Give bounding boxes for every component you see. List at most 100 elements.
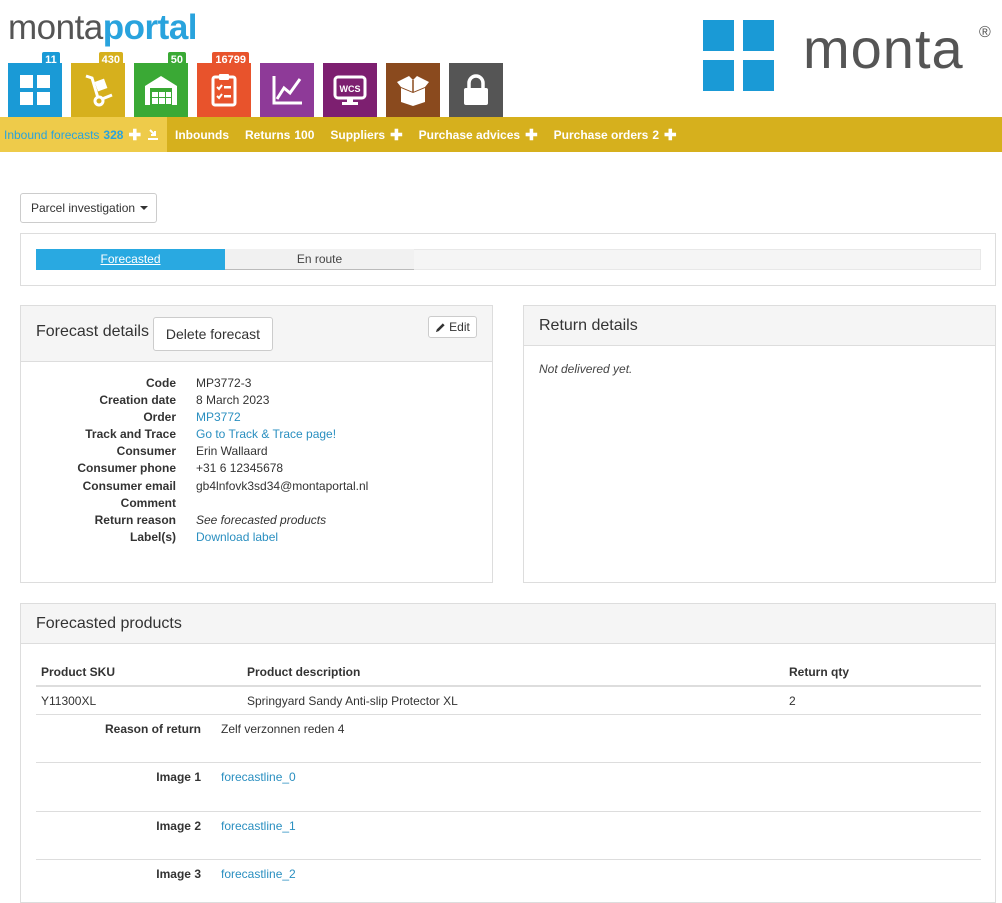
nav-inbound-forecasts[interactable]: Inbound forecasts 328 ✚ — [0, 117, 168, 152]
nav-label: Returns — [245, 127, 291, 142]
reason-label: Reason of return — [104, 722, 201, 736]
nav-label: Purchase orders — [553, 127, 649, 142]
nav-label: Suppliers — [330, 127, 386, 142]
parcel-investigation-dropdown[interactable]: Parcel investigation — [20, 193, 157, 223]
cell-description: Springyard Sandy Anti-slip Protector XL — [247, 694, 458, 708]
detail-row-consumer-phone: Consumer phone +31 6 12345678 — [21, 461, 492, 478]
header-divider — [36, 685, 981, 687]
brand-part2: portal — [102, 8, 198, 47]
nav-purchase-advices[interactable]: Purchase advices ✚ — [411, 117, 546, 152]
main-navbar: Inbound forecasts 328 ✚ Inbounds Returns… — [0, 117, 1002, 152]
detail-row-creation-date: Creation date 8 March 2023 — [21, 393, 492, 410]
row-divider — [36, 714, 981, 715]
detail-value: Erin Wallaard — [196, 444, 268, 459]
delete-forecast-button[interactable]: Delete forecast — [153, 317, 273, 351]
panel-title: Return details — [539, 317, 638, 334]
plus-icon[interactable]: ✚ — [664, 126, 677, 144]
return-details-panel: Return details Not delivered yet. — [523, 305, 996, 583]
detail-key: Return reason — [94, 512, 176, 527]
plus-icon[interactable]: ✚ — [390, 126, 403, 144]
tile-badge: 16799 — [212, 52, 249, 69]
detail-row-consumer-email: Consumer email gb4lnfovk3sd34@montaportal… — [21, 479, 492, 496]
detail-key: Label(s) — [129, 529, 176, 544]
nav-suppliers[interactable]: Suppliers ✚ — [322, 117, 410, 152]
nav-returns[interactable]: Returns 100 — [237, 117, 322, 152]
logo-word: monta — [803, 17, 964, 80]
download-label-link[interactable]: Download label — [196, 530, 278, 547]
detail-row-return-reason: Return reason See forecasted products — [21, 513, 492, 530]
image-link[interactable]: forecastline_1 — [221, 819, 296, 833]
detail-key: Comment — [120, 495, 176, 510]
nav-count: 2 — [652, 127, 660, 142]
status-progress: Forecasted En route — [20, 233, 996, 286]
grid-icon — [20, 75, 50, 105]
lock-icon — [464, 74, 488, 105]
chart-icon — [272, 76, 302, 105]
plus-icon[interactable]: ✚ — [128, 126, 141, 144]
pencil-icon — [436, 322, 445, 332]
brand-wordmark[interactable]: montaportal — [8, 6, 198, 50]
logo-registered: ® — [979, 24, 991, 41]
detail-key: Track and Trace — [85, 427, 176, 442]
tile-badge: 11 — [42, 52, 60, 69]
plus-icon[interactable]: ✚ — [525, 126, 538, 144]
tile-badge: 430 — [98, 52, 123, 69]
panel-title: Forecast details — [36, 323, 149, 340]
image-link[interactable]: forecastline_0 — [221, 770, 296, 784]
forecasted-products-panel: Forecasted products Product SKU Product … — [20, 603, 996, 903]
image-label: Image 3 — [156, 867, 201, 881]
nav-label: Purchase advices — [418, 127, 521, 142]
warehouse-icon — [145, 76, 177, 105]
detail-key: Consumer — [116, 444, 176, 459]
panel-header: Forecasted products — [21, 604, 995, 644]
row-divider — [36, 859, 981, 860]
edit-button[interactable]: Edit — [428, 316, 477, 338]
nav-count: 328 — [103, 127, 124, 142]
wcs-icon: WCS — [333, 75, 367, 105]
step-forecasted[interactable]: Forecasted — [36, 249, 225, 270]
column-header-description[interactable]: Product description — [247, 665, 360, 679]
detail-key: Consumer email — [82, 478, 176, 493]
detail-value: See forecasted products — [196, 512, 327, 527]
nav-count: 100 — [294, 127, 315, 142]
tile-box[interactable] — [386, 63, 440, 117]
module-tiles: 11 430 50 16799 WCS — [8, 52, 512, 117]
column-header-qty[interactable]: Return qty — [789, 665, 849, 679]
image-link[interactable]: forecastline_2 — [221, 867, 296, 881]
detail-row-order: Order MP3772 — [21, 410, 492, 427]
checklist-icon — [211, 74, 237, 107]
detail-key: Order — [143, 410, 176, 425]
hand-truck-icon — [85, 74, 113, 107]
download-icon[interactable] — [147, 128, 159, 141]
detail-value: 8 March 2023 — [196, 393, 270, 408]
detail-key: Creation date — [99, 393, 176, 408]
svg-text:WCS: WCS — [340, 84, 361, 94]
details-list: Code MP3772-3 Creation date 8 March 2023 O… — [21, 376, 492, 547]
detail-value: MP3772-3 — [196, 376, 252, 390]
tile-wcs[interactable]: WCS — [323, 63, 377, 117]
row-divider — [36, 811, 981, 812]
detail-value: gb4lnfovk3sd34@montaportal.nl — [196, 478, 369, 493]
box-icon — [397, 76, 429, 106]
tile-warehouse[interactable]: 50 — [134, 52, 188, 117]
tile-checklist[interactable]: 16799 — [197, 52, 251, 117]
tile-chart[interactable] — [260, 63, 314, 117]
image-label: Image 2 — [156, 819, 201, 833]
order-link[interactable]: MP3772 — [196, 410, 241, 427]
tile-lock[interactable] — [449, 63, 503, 117]
detail-row-comment: Comment — [21, 496, 492, 513]
detail-value: +31 6 12345678 — [196, 461, 284, 476]
panel-header: Return details — [524, 306, 995, 346]
detail-row-track-trace: Track and Trace Go to Track & Trace page! — [21, 427, 492, 444]
nav-inbounds[interactable]: Inbounds — [167, 117, 237, 152]
track-trace-link[interactable]: Go to Track & Trace page! — [196, 427, 336, 444]
cell-sku: Y11300XL — [41, 694, 97, 708]
detail-row-code: Code MP3772-3 — [21, 376, 492, 393]
panel-title: Forecasted products — [36, 615, 182, 632]
tile-hand-truck[interactable]: 430 — [71, 52, 125, 117]
forecast-details-panel: Forecast details Delete forecast Edit Co… — [20, 305, 493, 583]
nav-purchase-orders[interactable]: Purchase orders 2 ✚ — [546, 117, 685, 152]
nav-label: Inbound forecasts — [4, 127, 100, 142]
tile-grid[interactable]: 11 — [8, 52, 62, 117]
column-header-sku[interactable]: Product SKU — [41, 665, 115, 679]
